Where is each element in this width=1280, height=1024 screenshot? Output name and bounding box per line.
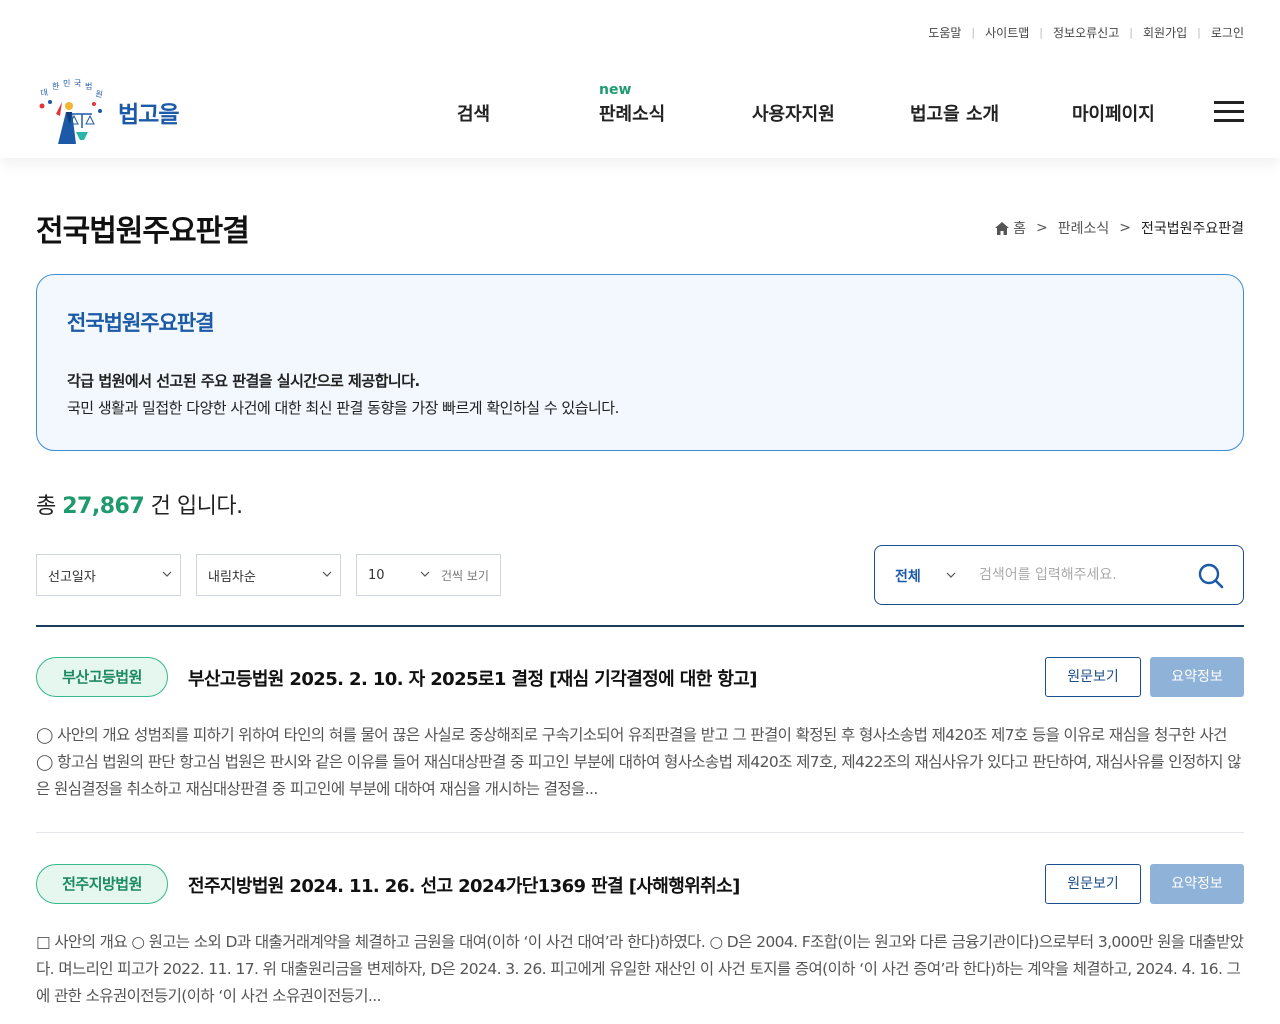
site-header: 도움말 | 사이트맵 | 정보오류신고 | 회원가입 | 로그인 대 한 민 국… — [0, 0, 1280, 158]
search-box: 전체 — [874, 545, 1244, 605]
nav-item-label: 판례소식 — [599, 104, 666, 125]
case-summary: □ 사안의 개요 ○ 원고는 소외 D과 대출거래계약을 체결하고 금원을 대여… — [36, 933, 1244, 1005]
list-top-divider — [36, 625, 1244, 627]
total-number: 27,867 — [62, 494, 145, 519]
separator: | — [971, 26, 976, 39]
summary-info-button[interactable]: 요약정보 — [1150, 864, 1244, 904]
separator: | — [1129, 26, 1133, 39]
case-title[interactable]: 전주지방법원 2024. 11. 26. 선고 2024가단1369 판결 [사… — [188, 872, 740, 898]
nav-item-case-news[interactable]: new 판례소식 — [599, 82, 666, 126]
nav-item-mypage[interactable]: 마이페이지 — [1072, 100, 1155, 126]
breadcrumb-home-label: 홈 — [1013, 221, 1026, 237]
main-navigation: 검색 new 판례소식 사용자지원 법고을 소개 마이페이지 — [0, 82, 1280, 130]
page-size-value: 10 — [368, 567, 385, 583]
home-icon — [995, 221, 1010, 235]
breadcrumb-separator: > — [1035, 220, 1048, 236]
intro-title: 전국법원주요판결 — [67, 311, 215, 335]
search-input[interactable] — [979, 560, 1179, 590]
chevron-down-icon — [162, 571, 172, 577]
chevron-down-icon — [322, 571, 332, 577]
help-link[interactable]: 도움말 — [928, 24, 961, 41]
svg-text:민: 민 — [63, 78, 70, 88]
intro-line-1: 각급 법원에서 선고된 주요 판결을 실시간으로 제공합니다. — [67, 372, 420, 390]
view-original-button[interactable]: 원문보기 — [1045, 864, 1141, 904]
svg-text:한: 한 — [52, 82, 60, 91]
breadcrumb-current: 전국법원주요판결 — [1140, 221, 1244, 237]
separator: | — [1039, 26, 1044, 39]
breadcrumb: 홈 > 판례소식 > 전국법원주요판결 — [995, 218, 1244, 238]
nav-item-about[interactable]: 법고을 소개 — [910, 100, 999, 126]
page-title: 전국법원주요판결 — [36, 214, 250, 249]
login-link[interactable]: 로그인 — [1211, 24, 1244, 41]
sort-order-select[interactable]: 내림차순 — [196, 554, 341, 596]
court-badge: 부산고등법원 — [36, 657, 168, 697]
intro-box: 전국법원주요판결 각급 법원에서 선고된 주요 판결을 실시간으로 제공합니다.… — [36, 274, 1244, 451]
breadcrumb-section[interactable]: 판례소식 — [1058, 218, 1110, 238]
chevron-down-icon — [420, 571, 430, 577]
utility-links: 도움말 | 사이트맵 | 정보오류신고 | 회원가입 | 로그인 — [928, 24, 1244, 41]
svg-text:원: 원 — [95, 89, 104, 99]
case-summary: ◯ 사안의 개요 성범죄를 피하기 위하여 타인의 혀를 물어 끊은 사실로 중… — [36, 726, 1242, 798]
search-scope-select[interactable]: 전체 — [895, 566, 921, 586]
court-badge: 전주지방법원 — [36, 864, 168, 904]
svg-text:국: 국 — [74, 79, 81, 88]
summary-info-button[interactable]: 요약정보 — [1150, 657, 1244, 697]
breadcrumb-home[interactable]: 홈 — [995, 218, 1026, 238]
intro-line-2: 국민 생활과 밀접한 다양한 사건에 대한 최신 판결 동향을 가장 빠르게 확… — [67, 399, 619, 417]
page-size-suffix: 건씩 보기 — [441, 568, 489, 583]
total-suffix: 건 입니다. — [150, 494, 243, 519]
sort-field-value: 선고일자 — [48, 569, 96, 585]
list-divider — [36, 832, 1244, 833]
sitemap-link[interactable]: 사이트맵 — [985, 24, 1029, 41]
breadcrumb-separator: > — [1119, 220, 1131, 236]
total-count: 총 27,867 건 입니다. — [36, 488, 243, 520]
case-title[interactable]: 부산고등법원 2025. 2. 10. 자 2025로1 결정 [재심 기각결정… — [188, 665, 757, 691]
nav-item-search[interactable]: 검색 — [457, 100, 490, 126]
page-size-select[interactable]: 10 건씩 보기 — [356, 554, 501, 596]
hamburger-menu-icon[interactable] — [1214, 101, 1244, 123]
svg-text:법: 법 — [85, 81, 92, 91]
search-icon[interactable] — [1197, 562, 1225, 590]
chevron-down-icon[interactable] — [946, 570, 956, 580]
sort-field-select[interactable]: 선고일자 — [36, 554, 181, 596]
new-badge: new — [599, 82, 632, 98]
sort-order-value: 내림차순 — [208, 569, 256, 585]
signup-link[interactable]: 회원가입 — [1143, 24, 1187, 41]
total-prefix: 총 — [36, 494, 56, 519]
nav-item-user-support[interactable]: 사용자지원 — [752, 100, 835, 126]
report-error-link[interactable]: 정보오류신고 — [1053, 24, 1119, 41]
svg-text:대: 대 — [40, 88, 49, 98]
view-original-button[interactable]: 원문보기 — [1045, 657, 1141, 697]
separator: | — [1197, 26, 1201, 39]
